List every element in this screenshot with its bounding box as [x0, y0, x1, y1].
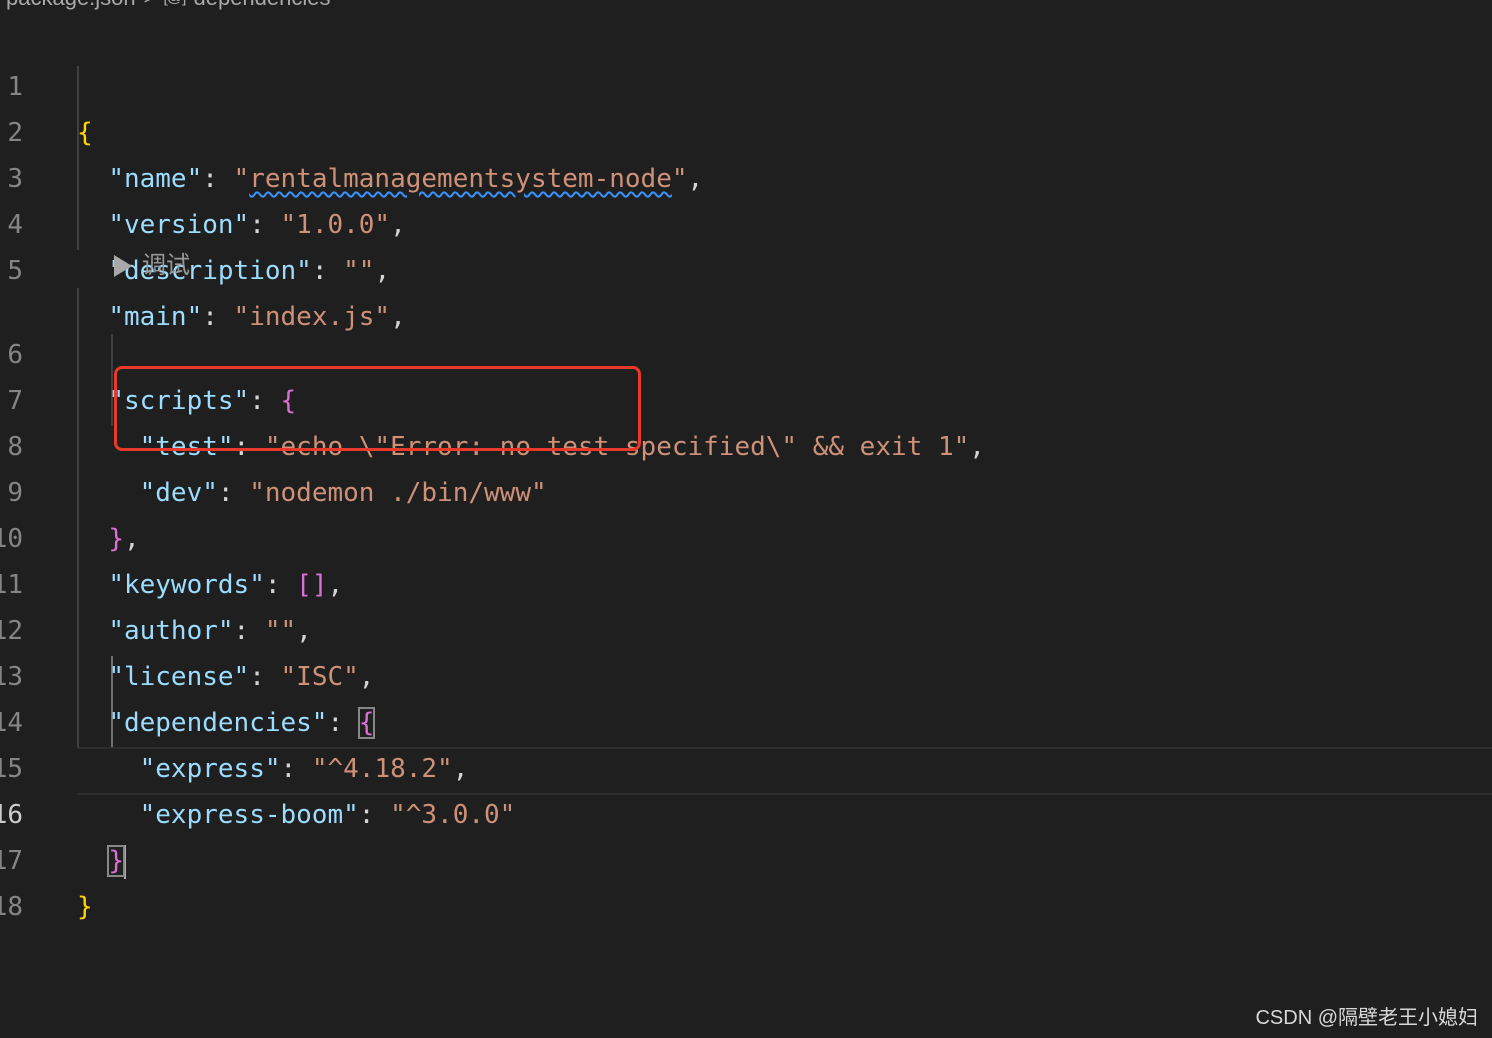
code-line[interactable]: 5 "main": "index.js", — [0, 202, 1492, 332]
code-text: } — [77, 892, 93, 922]
debug-codelens-label: 调试 — [142, 252, 190, 279]
code-line[interactable]: 14 "express": "^4.18.2", — [0, 654, 1492, 784]
chevron-right-icon: > — [144, 0, 156, 10]
code-line[interactable]: 11 "author": "", — [0, 516, 1492, 646]
annotation-highlight-box — [114, 366, 641, 451]
brackets-icon: [@] — [163, 0, 186, 7]
watermark: CSDN @隔壁老王小媳妇 — [1255, 1007, 1478, 1029]
line-number: 18 — [0, 892, 23, 922]
breadcrumb-symbol[interactable]: dependencies — [193, 0, 330, 11]
code-line-current[interactable]: 16 } — [0, 746, 1492, 879]
breadcrumb: package.json > [@] dependencies — [6, 0, 331, 10]
code-line[interactable]: 1 { — [0, 18, 1492, 148]
code-line[interactable]: 12 "license": "ISC", — [0, 562, 1492, 692]
code-line[interactable]: 18 — [0, 838, 1492, 922]
code-line[interactable]: 17 } — [0, 792, 1492, 922]
code-line[interactable]: 15 "express-boom": "^3.0.0" — [0, 700, 1492, 830]
code-line[interactable]: 10 "keywords": [], — [0, 470, 1492, 600]
code-line[interactable]: 4 "description": "", — [0, 156, 1492, 286]
breadcrumb-file[interactable]: package.json — [6, 0, 136, 11]
play-icon — [114, 255, 132, 277]
code-line[interactable]: 13 "dependencies": { — [0, 608, 1492, 739]
code-line[interactable]: 3 "version": "1.0.0", — [0, 110, 1492, 240]
debug-codelens[interactable]: 调试 — [114, 247, 190, 285]
code-line[interactable]: 6 "scripts": { — [0, 286, 1492, 416]
code-line[interactable]: 2 "name": "rentalmanagementsystem-node", — [0, 64, 1492, 194]
